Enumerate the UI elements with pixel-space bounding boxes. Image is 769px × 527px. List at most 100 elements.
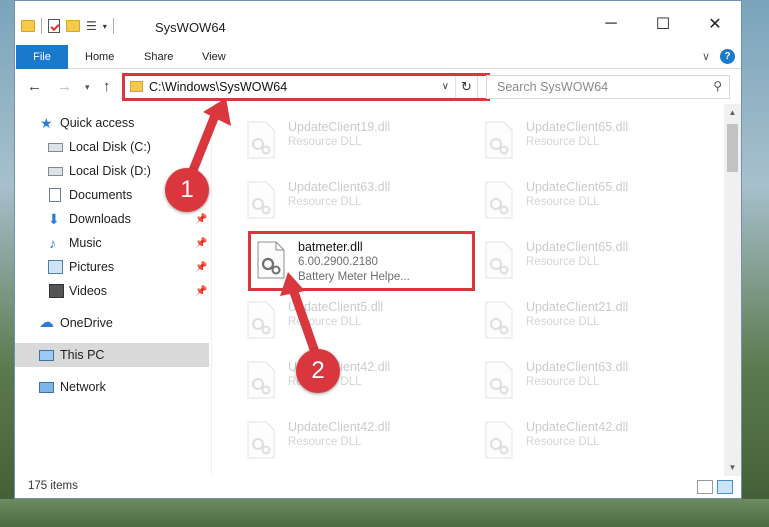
- minimize-button[interactable]: ─: [585, 11, 637, 37]
- file-tile[interactable]: UpdateClient63.dll Resource DLL: [236, 172, 461, 226]
- chevron-down-icon[interactable]: ▾: [103, 22, 107, 31]
- sidebar-item-label: Downloads: [69, 212, 131, 226]
- details-view-icon[interactable]: [697, 480, 713, 494]
- properties-icon[interactable]: [48, 19, 60, 33]
- folder-icon[interactable]: [21, 20, 35, 32]
- dll-file-icon: [485, 361, 513, 399]
- tab-file[interactable]: File: [16, 45, 68, 69]
- title-bar: ☰ ▾ SysWOW64 ─ ☐ ✕: [15, 1, 741, 45]
- sidebar-item-videos[interactable]: Videos 📌: [15, 279, 209, 303]
- desktop-background-left: [0, 0, 14, 527]
- new-folder-icon[interactable]: [66, 20, 80, 32]
- pin-icon[interactable]: 📌: [195, 286, 207, 297]
- music-icon: ♪: [49, 235, 56, 251]
- vertical-scrollbar[interactable]: ▲ ▼: [724, 104, 741, 476]
- sidebar-item-label: Local Disk (D:): [69, 164, 151, 178]
- up-arrow-icon[interactable]: ↑: [103, 78, 111, 95]
- file-tile[interactable]: UpdateClient42.dll Resource DLL: [236, 352, 461, 406]
- dll-file-icon: [247, 361, 275, 399]
- help-icon[interactable]: ?: [720, 49, 735, 64]
- file-name: UpdateClient65.dll: [526, 120, 629, 134]
- network-icon: [39, 381, 54, 393]
- ribbon-right-controls: ∨ ?: [702, 49, 735, 64]
- file-type: Resource DLL: [288, 196, 362, 208]
- sidebar-item-music[interactable]: ♪ Music 📌: [15, 231, 209, 255]
- quick-access-toolbar: ☰ ▾: [21, 18, 114, 34]
- file-highlight: [248, 231, 475, 291]
- file-tile[interactable]: UpdateClient65.dll Resource DLL: [474, 232, 699, 286]
- file-tile[interactable]: UpdateClient63.dll Resource DLL: [474, 352, 699, 406]
- toolbar-separator: [112, 18, 114, 34]
- address-bar-highlight: [122, 73, 490, 101]
- file-list: UpdateClient19.dll Resource DLL UpdateCl…: [212, 104, 724, 476]
- file-name: UpdateClient5.dll: [288, 300, 384, 314]
- sidebar-item-label: OneDrive: [60, 316, 113, 330]
- file-tile[interactable]: UpdateClient42.dll Resource DLL: [236, 412, 461, 466]
- view-switcher: [697, 480, 733, 494]
- file-tile[interactable]: UpdateClient21.dll Resource DLL: [474, 292, 699, 346]
- file-name: UpdateClient42.dll: [288, 420, 391, 434]
- file-name: UpdateClient65.dll: [526, 240, 629, 254]
- ribbon-tabs: File Home Share View ∨ ?: [15, 45, 741, 69]
- file-name: UpdateClient42.dll: [526, 420, 629, 434]
- file-tile[interactable]: UpdateClient65.dll Resource DLL: [474, 172, 699, 226]
- sidebar-item-onedrive[interactable]: ☁ OneDrive: [15, 311, 209, 335]
- search-input[interactable]: Search SysWOW64 ⚲: [486, 75, 730, 99]
- disk-icon: [48, 167, 63, 176]
- file-tile[interactable]: UpdateClient19.dll Resource DLL: [236, 112, 461, 166]
- sidebar-item-label: This PC: [60, 348, 105, 362]
- search-icon[interactable]: ⚲: [713, 79, 722, 93]
- dll-file-icon: [247, 121, 275, 159]
- file-type: Resource DLL: [526, 136, 600, 148]
- customize-toolbar-icon[interactable]: ☰: [86, 19, 97, 33]
- sidebar-item-label: Documents: [69, 188, 133, 202]
- file-name: UpdateClient63.dll: [288, 180, 391, 194]
- scrollbar-thumb[interactable]: [727, 124, 738, 172]
- status-bar: 175 items: [15, 476, 741, 498]
- large-icons-view-icon[interactable]: [717, 480, 733, 494]
- sidebar-item-label: Videos: [69, 284, 107, 298]
- item-count: 175 items: [28, 480, 78, 492]
- maximize-button[interactable]: ☐: [637, 11, 689, 37]
- sidebar-item-local-disk-c[interactable]: Local Disk (C:): [15, 135, 209, 159]
- file-type: Resource DLL: [288, 316, 362, 328]
- file-tile[interactable]: UpdateClient65.dll Resource DLL: [474, 112, 699, 166]
- pin-icon[interactable]: 📌: [195, 262, 207, 273]
- dll-file-icon: [247, 421, 275, 459]
- file-name: UpdateClient21.dll: [526, 300, 629, 314]
- tab-home[interactable]: Home: [85, 45, 114, 69]
- window-title: SysWOW64: [155, 20, 226, 35]
- tab-view[interactable]: View: [202, 45, 226, 69]
- file-name: UpdateClient63.dll: [526, 360, 629, 374]
- forward-arrow-icon[interactable]: →: [57, 78, 72, 95]
- recent-locations-icon[interactable]: ▾: [85, 82, 90, 93]
- close-button[interactable]: ✕: [689, 11, 741, 37]
- documents-icon: [49, 188, 61, 202]
- file-name: UpdateClient19.dll: [288, 120, 391, 134]
- scroll-down-icon[interactable]: ▼: [724, 459, 741, 476]
- chevron-down-icon[interactable]: ∨: [702, 50, 710, 63]
- onedrive-icon: ☁: [39, 314, 54, 331]
- tab-share[interactable]: Share: [144, 45, 173, 69]
- back-arrow-icon[interactable]: ←: [27, 78, 42, 95]
- sidebar-item-quick-access[interactable]: ★ Quick access: [15, 111, 209, 135]
- toolbar-separator: [41, 18, 42, 34]
- file-type: Resource DLL: [526, 316, 600, 328]
- sidebar-item-this-pc[interactable]: This PC: [15, 343, 209, 367]
- sidebar-item-pictures[interactable]: Pictures 📌: [15, 255, 209, 279]
- file-type: Resource DLL: [526, 256, 600, 268]
- file-tile[interactable]: UpdateClient42.dll Resource DLL: [474, 412, 699, 466]
- pc-icon: [39, 349, 54, 361]
- sidebar-item-network[interactable]: Network: [15, 375, 209, 399]
- pin-icon[interactable]: 📌: [195, 214, 207, 225]
- file-explorer-window: ☰ ▾ SysWOW64 ─ ☐ ✕ File Home Share View …: [14, 0, 742, 499]
- dll-file-icon: [485, 121, 513, 159]
- file-type: Resource DLL: [288, 436, 362, 448]
- file-tile[interactable]: UpdateClient5.dll Resource DLL: [236, 292, 461, 346]
- sidebar-item-label: Quick access: [60, 116, 135, 130]
- scroll-up-icon[interactable]: ▲: [724, 104, 741, 121]
- pin-icon[interactable]: 📌: [195, 238, 207, 249]
- navigation-pane: ★ Quick access Local Disk (C:) Local Dis…: [15, 104, 211, 476]
- pictures-icon: [48, 260, 63, 274]
- file-type: Resource DLL: [526, 436, 600, 448]
